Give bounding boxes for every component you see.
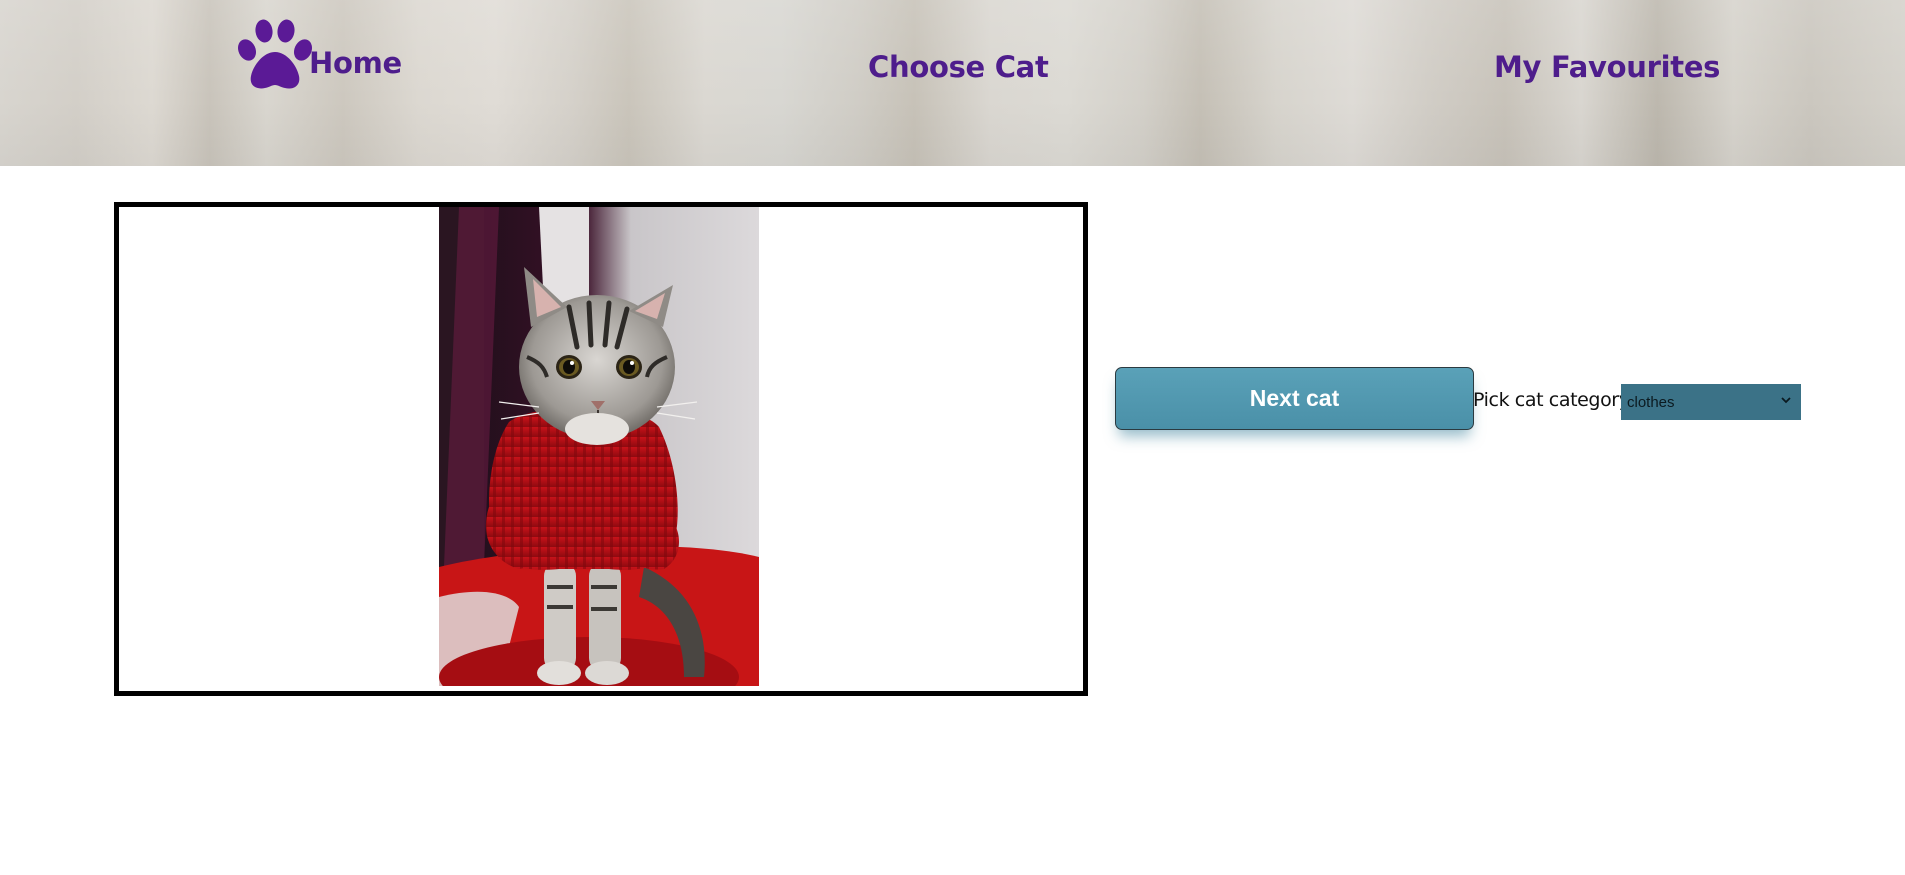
header-banner: Home Choose Cat My Favourites — [0, 0, 1905, 166]
category-selected-value: clothes — [1627, 393, 1675, 411]
nav-my-favourites-link[interactable]: My Favourites — [1494, 50, 1720, 84]
paw-icon — [238, 19, 312, 89]
next-cat-button[interactable]: Next cat — [1115, 367, 1474, 430]
category-select[interactable]: clothes — [1621, 384, 1801, 420]
category-label: Pick cat category: — [1473, 389, 1635, 411]
cat-in-red-sweater-photo — [439, 207, 759, 686]
cat-photo — [439, 207, 759, 686]
nav-home-link[interactable]: Home — [235, 18, 402, 92]
nav-home-label: Home — [309, 46, 402, 80]
chevron-down-icon — [1781, 397, 1791, 404]
nav-choose-cat-link[interactable]: Choose Cat — [868, 50, 1049, 84]
cat-image-frame — [114, 202, 1088, 696]
